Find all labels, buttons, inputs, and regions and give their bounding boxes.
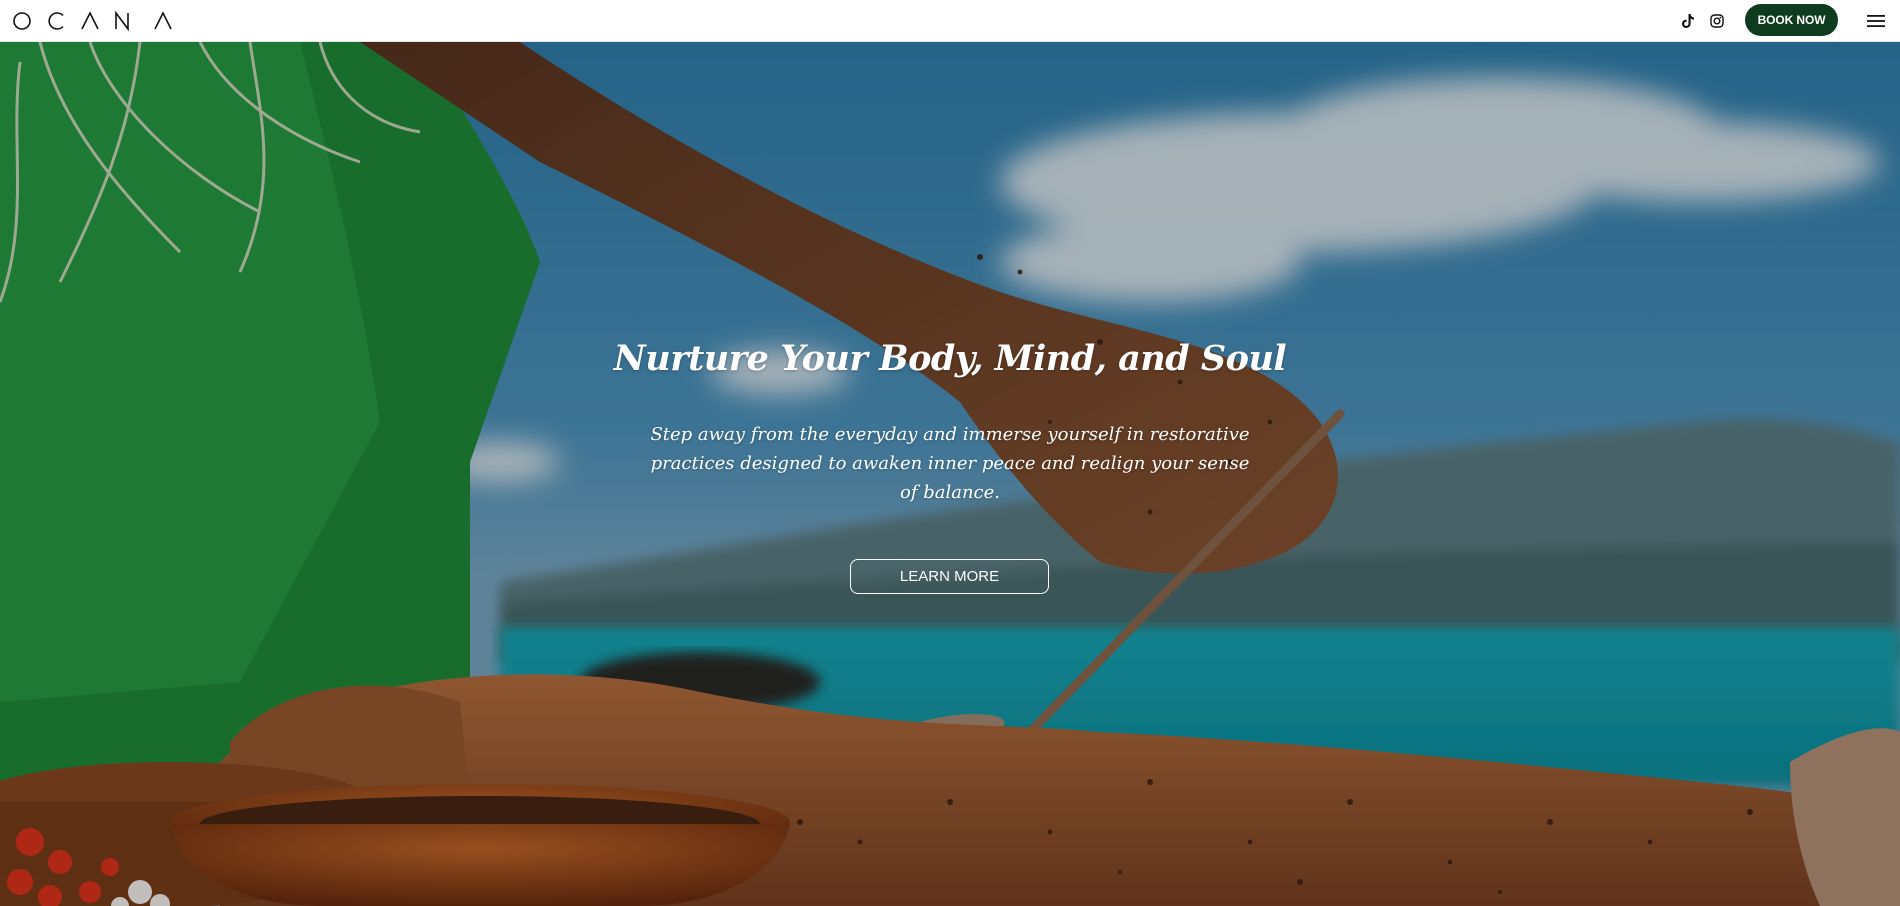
hero-section: Nurture Your Body, Mind, and Soul Step a…	[0, 42, 1900, 906]
learn-more-button[interactable]: LEARN MORE	[850, 559, 1049, 594]
hero-content: Nurture Your Body, Mind, and Soul Step a…	[0, 42, 1900, 906]
hero-title: Nurture Your Body, Mind, and Soul	[613, 338, 1287, 379]
instagram-icon[interactable]	[1706, 10, 1728, 32]
site-header: BOOK NOW	[0, 0, 1900, 42]
logo-wordmark	[13, 10, 172, 32]
tiktok-icon[interactable]	[1677, 10, 1699, 32]
book-now-button[interactable]: BOOK NOW	[1745, 4, 1838, 36]
hero-subtitle: Step away from the everyday and immerse …	[650, 424, 1250, 503]
hamburger-menu-icon[interactable]	[1864, 10, 1888, 32]
ocama-logo[interactable]	[13, 10, 175, 32]
